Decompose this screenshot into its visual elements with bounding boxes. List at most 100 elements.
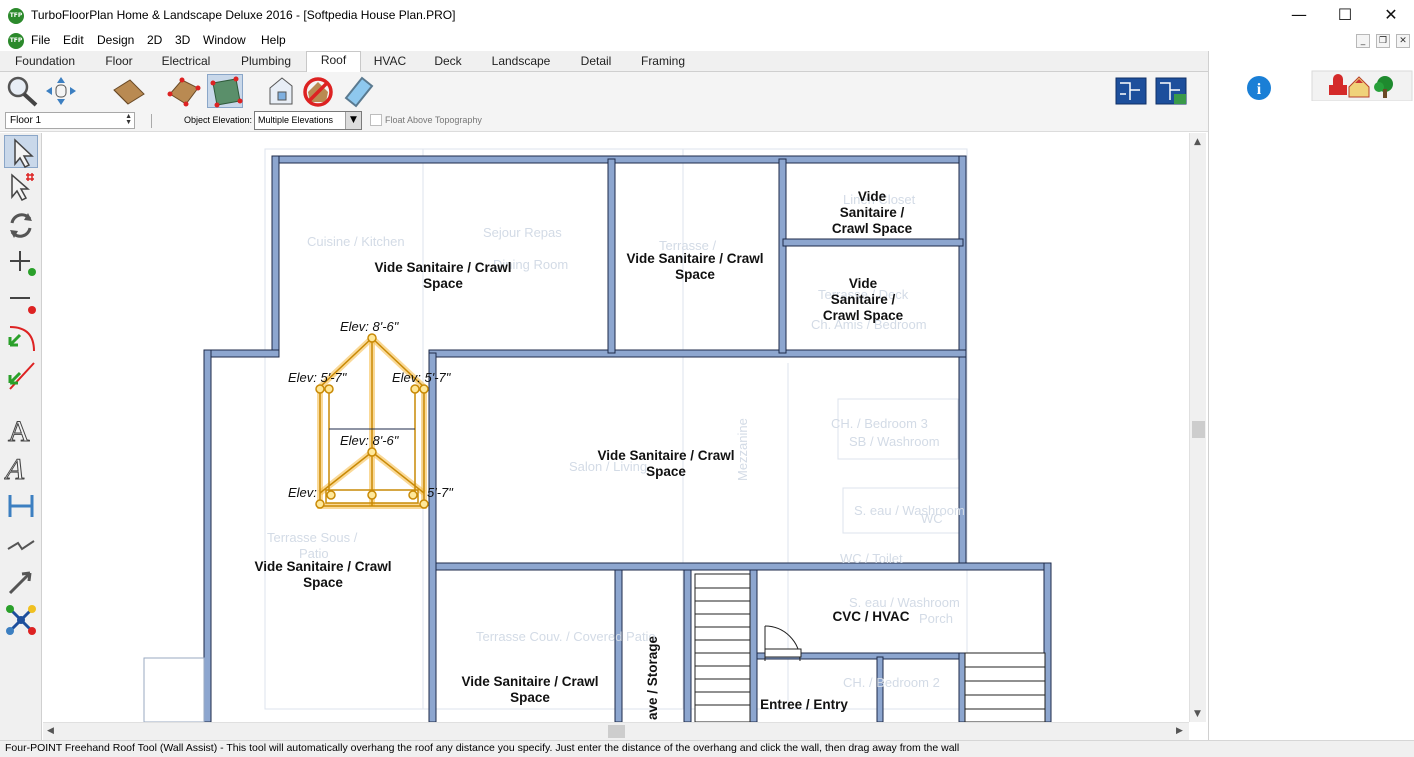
app-menu-icon[interactable]: TFP <box>8 33 24 49</box>
ghost-label: WC <box>921 511 943 526</box>
elevation-label: Elev: 8'-6" <box>340 319 400 334</box>
menu-design[interactable]: Design <box>97 33 134 47</box>
menu-2d[interactable]: 2D <box>147 33 162 47</box>
select-icon[interactable] <box>4 135 38 168</box>
text-icon[interactable]: A <box>4 413 38 449</box>
room-label: Vide Sanitaire / Crawl <box>374 260 511 275</box>
menu-3d[interactable]: 3D <box>175 33 190 47</box>
room-label: Crawl Space <box>823 308 904 323</box>
object-elevation-select[interactable]: Multiple Elevations ▼ <box>254 111 362 130</box>
ghost-label: Porch <box>919 611 953 626</box>
float-above-topography-checkbox[interactable] <box>370 114 382 126</box>
float-above-topography-label: Float Above Topography <box>385 115 482 125</box>
info-icon[interactable]: i <box>1247 76 1271 100</box>
no-roof-icon[interactable] <box>300 74 336 108</box>
window-title: TurboFloorPlan Home & Landscape Deluxe 2… <box>31 8 456 22</box>
close-button[interactable]: ✕ <box>1368 0 1414 31</box>
room-label: Sanitaire / <box>831 292 896 307</box>
svg-text:A: A <box>4 452 31 484</box>
tab-plumbing[interactable]: Plumbing <box>232 53 300 72</box>
mdi-restore-button[interactable]: ❐ <box>1376 34 1390 48</box>
tab-foundation[interactable]: Foundation <box>6 53 84 72</box>
scroll-left-icon[interactable]: ◀ <box>47 726 54 736</box>
scroll-down-icon[interactable]: ▼ <box>1194 709 1201 719</box>
object-elevation-value: Multiple Elevations <box>258 115 334 125</box>
tab-deck[interactable]: Deck <box>424 53 472 72</box>
tab-roof[interactable]: Roof <box>306 51 361 73</box>
menu-file[interactable]: File <box>31 33 50 47</box>
angled-text-icon[interactable]: A <box>0 451 38 486</box>
line-tool-icon[interactable] <box>4 359 38 392</box>
multi-select-icon[interactable] <box>4 171 38 204</box>
ghost-label: Cuisine / Kitchen <box>307 234 405 249</box>
room-label: Crawl Space <box>832 221 913 236</box>
mdi-close-button[interactable]: ✕ <box>1396 34 1410 48</box>
add-point-icon[interactable] <box>4 245 38 278</box>
room-label: Space <box>423 276 463 291</box>
connect-icon[interactable] <box>4 603 38 636</box>
ghost-label: Terrasse Couv. / Covered Patio <box>476 629 656 644</box>
menu-edit[interactable]: Edit <box>63 33 84 47</box>
arrow-icon[interactable] <box>4 565 38 598</box>
vertical-scrollbar[interactable]: ▲ ▼ <box>1189 133 1206 722</box>
remove-point-icon[interactable] <box>4 283 38 316</box>
ghost-label: CH. / Bedroom 3 <box>831 416 928 431</box>
category-tabs: Foundation Floor Electrical Plumbing Roo… <box>0 51 1208 73</box>
dimension-icon[interactable] <box>4 489 38 522</box>
horizontal-scroll-thumb[interactable] <box>608 725 625 738</box>
menu-bar: TFP File Edit Design 2D 3D Window Help _… <box>0 31 1414 51</box>
room-label: Vide Sanitaire / Crawl <box>597 448 734 463</box>
door-threshold <box>764 648 802 658</box>
ghost-label: Sejour Repas <box>483 225 562 240</box>
status-bar: Four-POINT Freehand Roof Tool (Wall Assi… <box>0 740 1414 757</box>
plan-view-icon[interactable] <box>1114 74 1150 108</box>
menu-window[interactable]: Window <box>203 33 246 47</box>
floor-plan[interactable]: Cuisine / Kitchen Sejour Repas Dining Ro… <box>43 133 1189 722</box>
pan-icon[interactable] <box>43 74 79 108</box>
horizontal-scrollbar[interactable]: ◀ ▶ <box>43 722 1189 740</box>
svg-text:i: i <box>1257 81 1262 98</box>
ghost-label: S. eau / Washroom <box>849 595 960 610</box>
tab-detail[interactable]: Detail <box>570 53 622 72</box>
tab-framing[interactable]: Framing <box>632 53 694 72</box>
scroll-right-icon[interactable]: ▶ <box>1176 726 1183 736</box>
rotate-icon[interactable] <box>4 209 38 242</box>
zoom-icon[interactable] <box>4 74 40 108</box>
tab-electrical[interactable]: Electrical <box>152 53 220 72</box>
room-label: Space <box>675 267 715 282</box>
room-label: ave / Storage <box>645 635 660 720</box>
minimize-button[interactable]: — <box>1276 0 1322 31</box>
room-label: Vide <box>858 189 887 204</box>
skylight-icon[interactable] <box>340 74 376 108</box>
menu-help[interactable]: Help <box>261 33 286 47</box>
plan-view-alt-icon[interactable] <box>1154 74 1190 108</box>
elevation-label: Elev: <box>288 485 317 500</box>
library-icons[interactable] <box>1311 70 1413 102</box>
separator <box>151 114 152 128</box>
ghost-label: SB / Washroom <box>849 434 940 449</box>
ghost-label: CH. / Bedroom 2 <box>843 675 940 690</box>
roof-icon[interactable] <box>110 74 146 108</box>
room-label: CVC / HVAC <box>832 609 909 624</box>
tab-hvac[interactable]: HVAC <box>366 53 414 72</box>
curve-tool-icon[interactable] <box>4 321 38 354</box>
mdi-minimize-button[interactable]: _ <box>1356 34 1370 48</box>
vertical-scroll-thumb[interactable] <box>1192 421 1205 438</box>
elevation-label: Elev: 8'-6" <box>340 433 400 448</box>
chevron-down-icon[interactable]: ▼ <box>345 112 361 129</box>
spin-arrows-icon[interactable]: ▲ ▼ <box>125 113 132 126</box>
maximize-button[interactable]: ☐ <box>1322 0 1368 31</box>
floor-selector[interactable]: Floor 1 ▲ ▼ <box>5 112 135 129</box>
floor-value: Floor 1 <box>10 115 42 126</box>
tab-floor[interactable]: Floor <box>94 53 144 72</box>
roof-plane-icon[interactable] <box>166 74 202 108</box>
dormer-icon[interactable] <box>262 74 298 108</box>
ghost-label: Mezzanine <box>735 418 750 481</box>
scroll-up-icon[interactable]: ▲ <box>1194 137 1201 147</box>
four-point-roof-icon[interactable] <box>207 74 243 108</box>
break-line-icon[interactable] <box>4 529 38 562</box>
tab-landscape[interactable]: Landscape <box>482 53 560 72</box>
ghost-label: WC / Toilet <box>840 551 903 566</box>
right-panel: i <box>1208 51 1414 741</box>
drawing-canvas[interactable]: Cuisine / Kitchen Sejour Repas Dining Ro… <box>43 133 1189 722</box>
